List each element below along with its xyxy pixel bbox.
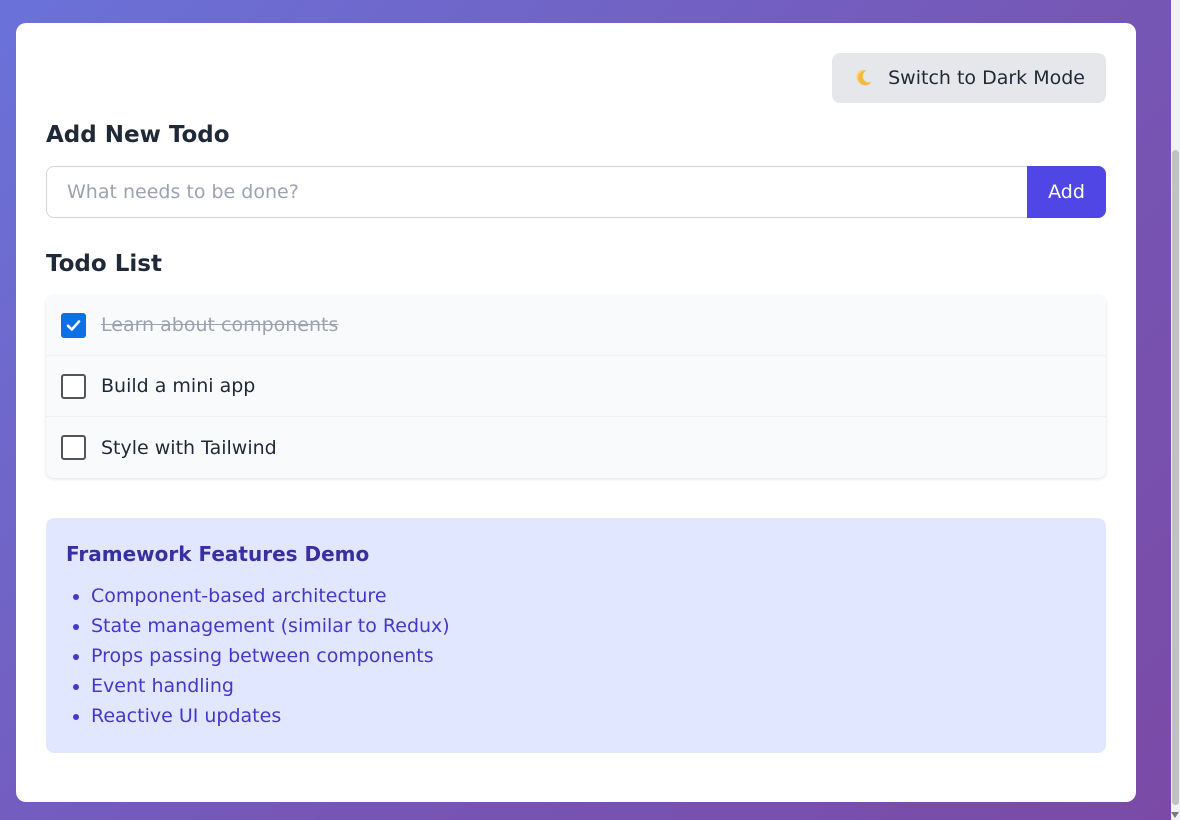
todo-checkbox[interactable] <box>61 435 86 460</box>
feature-item: State management (similar to Redux) <box>91 611 1086 641</box>
feature-item: Event handling <box>91 671 1086 701</box>
todo-item-text: Build a mini app <box>101 375 256 397</box>
todo-item-text: Learn about components <box>101 314 339 336</box>
add-todo-section: Add New Todo Add <box>46 122 1106 218</box>
todo-list: Learn about components Build a mini app … <box>46 295 1106 478</box>
todo-item[interactable]: Style with Tailwind <box>46 417 1106 478</box>
scroll-down-arrow-icon[interactable] <box>1171 812 1179 818</box>
todo-checkbox[interactable] <box>61 373 86 399</box>
checkmark-icon <box>66 319 81 331</box>
add-todo-form: Add <box>46 166 1106 218</box>
top-toolbar: Switch to Dark Mode <box>46 53 1106 103</box>
add-todo-button[interactable]: Add <box>1027 166 1106 218</box>
moon-icon <box>854 68 874 88</box>
feature-item: Component-based architecture <box>91 581 1086 611</box>
feature-item: Reactive UI updates <box>91 701 1086 731</box>
features-list: Component-based architecture State manag… <box>66 581 1086 731</box>
features-panel: Framework Features Demo Component-based … <box>46 518 1106 753</box>
add-todo-heading: Add New Todo <box>46 122 230 148</box>
dark-mode-toggle-button[interactable]: Switch to Dark Mode <box>832 53 1106 103</box>
features-heading: Framework Features Demo <box>66 542 370 566</box>
todo-item-text: Style with Tailwind <box>101 436 277 459</box>
todo-app-card: Switch to Dark Mode Add New Todo Add Tod… <box>16 23 1136 802</box>
new-todo-input[interactable] <box>46 166 1027 218</box>
todo-list-heading: Todo List <box>46 251 162 277</box>
todo-checkbox-checked[interactable] <box>61 312 86 338</box>
todo-item[interactable]: Learn about components <box>46 295 1106 356</box>
todo-list-section: Todo List Learn about components Build a… <box>46 251 1106 478</box>
feature-item: Props passing between components <box>91 641 1086 671</box>
scrollbar-thumb[interactable] <box>1172 150 1179 805</box>
page-scrollbar[interactable] <box>1171 0 1180 820</box>
dark-mode-toggle-label: Switch to Dark Mode <box>888 67 1085 89</box>
todo-item[interactable]: Build a mini app <box>46 356 1106 417</box>
